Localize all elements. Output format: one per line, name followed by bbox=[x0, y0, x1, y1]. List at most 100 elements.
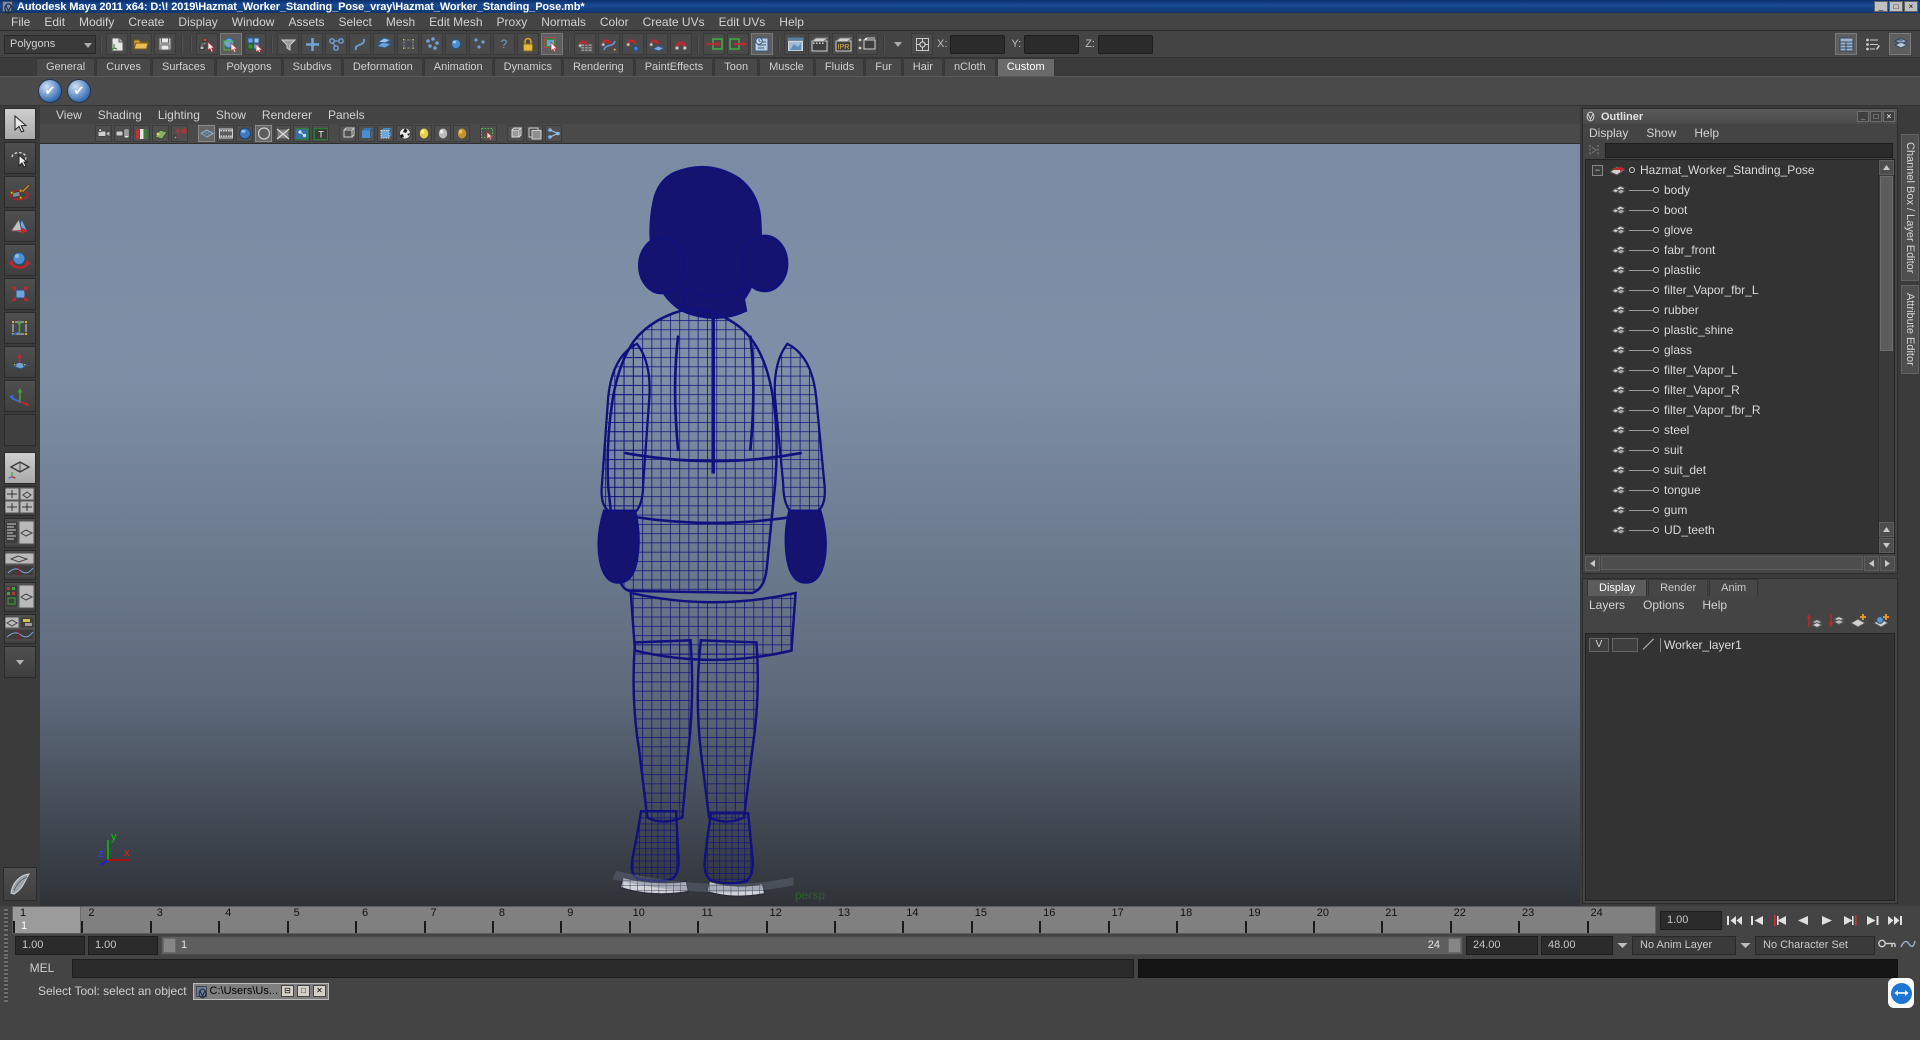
menu-edit-mesh[interactable]: Edit Mesh bbox=[422, 13, 489, 31]
taskbar-close-button[interactable]: ✕ bbox=[313, 985, 326, 997]
outliner-item-filter_vapor_r[interactable]: filter_Vapor_R bbox=[1586, 380, 1878, 400]
shelf-tab-fur[interactable]: Fur bbox=[865, 58, 902, 76]
menu-modify[interactable]: Modify bbox=[72, 13, 121, 31]
surface-icon[interactable] bbox=[373, 33, 395, 55]
misc-icon[interactable] bbox=[469, 33, 491, 55]
outliner-item-suit[interactable]: suit bbox=[1586, 440, 1878, 460]
outliner-item-glass[interactable]: glass bbox=[1586, 340, 1878, 360]
menu-window[interactable]: Window bbox=[225, 13, 282, 31]
outliner-item-filter_vapor_fbr_r[interactable]: filter_Vapor_fbr_R bbox=[1586, 400, 1878, 420]
window-controls[interactable]: _ □ × bbox=[1874, 1, 1918, 12]
layer-menu-help[interactable]: Help bbox=[1702, 598, 1727, 612]
toolbar-divider[interactable] bbox=[186, 33, 195, 55]
select-object-icon[interactable] bbox=[220, 33, 242, 55]
layer-color-swatch[interactable] bbox=[1641, 638, 1657, 652]
taskbar-restore-button[interactable]: ⊟ bbox=[281, 985, 294, 997]
snap-grid-icon[interactable] bbox=[574, 33, 596, 55]
taskbar-maximize-button[interactable]: □ bbox=[297, 985, 310, 997]
command-line-grip[interactable] bbox=[0, 957, 12, 979]
outliner-window-controls[interactable]: _ □ × bbox=[1857, 111, 1895, 122]
hazmat-worker-model[interactable] bbox=[40, 144, 1580, 906]
output-connections-icon[interactable] bbox=[727, 33, 749, 55]
range-right-handle[interactable] bbox=[1448, 938, 1461, 953]
select-camera-icon[interactable] bbox=[95, 125, 112, 142]
character-set-field[interactable]: No Character Set bbox=[1755, 936, 1875, 955]
toolbar-divider[interactable] bbox=[267, 33, 276, 55]
bookmarks-icon[interactable] bbox=[133, 125, 150, 142]
paint-select-tool[interactable] bbox=[4, 176, 36, 208]
outliner-minimize-button[interactable]: _ bbox=[1857, 111, 1869, 122]
use-default-light-icon[interactable] bbox=[415, 125, 432, 142]
layer-display-type-toggle[interactable] bbox=[1612, 638, 1638, 652]
layer-visibility-toggle[interactable]: V bbox=[1589, 638, 1609, 652]
layer-row[interactable]: V Worker_layer1 bbox=[1589, 637, 1891, 653]
viewport-menu-renderer[interactable]: Renderer bbox=[254, 108, 320, 122]
layer-name[interactable]: Worker_layer1 bbox=[1664, 638, 1742, 652]
shelf-tab-deformation[interactable]: Deformation bbox=[343, 58, 423, 76]
scroll-page-up-icon[interactable] bbox=[1879, 522, 1894, 537]
select-component-icon[interactable] bbox=[244, 33, 266, 55]
render-current-frame-icon[interactable] bbox=[808, 33, 830, 55]
smooth-shade-all-icon[interactable] bbox=[358, 125, 375, 142]
chevron-down-icon[interactable] bbox=[1616, 936, 1629, 955]
hardware-texturing-icon[interactable] bbox=[396, 125, 413, 142]
outliner-vertical-scrollbar[interactable] bbox=[1878, 160, 1894, 553]
toolbar-divider[interactable] bbox=[564, 33, 573, 55]
outliner-menu-help[interactable]: Help bbox=[1694, 126, 1728, 140]
snap-selection-icon[interactable] bbox=[541, 33, 563, 55]
lock-icon[interactable] bbox=[517, 33, 539, 55]
play-forwards-icon[interactable] bbox=[1816, 910, 1837, 930]
close-button[interactable]: × bbox=[1904, 1, 1918, 12]
layer-menu-options[interactable]: Options bbox=[1643, 598, 1684, 612]
points-icon[interactable] bbox=[325, 33, 347, 55]
time-slider-grip[interactable] bbox=[0, 906, 12, 934]
status-bar-grip[interactable] bbox=[0, 980, 12, 1002]
more-layouts-dropdown[interactable] bbox=[4, 646, 36, 678]
new-layer-from-selected-icon[interactable] bbox=[1873, 613, 1891, 631]
tool-settings-icon[interactable] bbox=[1862, 33, 1884, 55]
rotate-tool[interactable] bbox=[4, 244, 36, 276]
vertical-tab-attribute-editor[interactable]: Attribute Editor bbox=[1901, 285, 1919, 374]
shelf-tab-surfaces[interactable]: Surfaces bbox=[152, 58, 215, 76]
camera-attributes-icon[interactable] bbox=[114, 125, 131, 142]
universal-manipulator-tool[interactable] bbox=[4, 312, 36, 344]
outliner-root-row[interactable]: −Hazmat_Worker_Standing_Pose bbox=[1586, 160, 1878, 180]
outliner-search-input[interactable] bbox=[1605, 143, 1893, 158]
use-all-lights-icon[interactable] bbox=[434, 125, 451, 142]
layer-editor-tab-display[interactable]: Display bbox=[1587, 579, 1647, 596]
coord-y-field[interactable] bbox=[1024, 35, 1079, 54]
layer-menu-layers[interactable]: Layers bbox=[1589, 598, 1625, 612]
four-view-layout[interactable] bbox=[4, 486, 36, 516]
image-plane-icon[interactable] bbox=[152, 125, 169, 142]
select-by-filter-icon[interactable] bbox=[277, 33, 299, 55]
outliner-item-fabr_front[interactable]: fabr_front bbox=[1586, 240, 1878, 260]
scroll-left-step-icon[interactable] bbox=[1864, 556, 1879, 571]
resolution-gate-icon[interactable] bbox=[236, 125, 253, 142]
shelf-tab-custom[interactable]: Custom bbox=[997, 58, 1055, 76]
perspective-viewport[interactable]: persp y x z bbox=[40, 144, 1580, 906]
expand-collapse-icon[interactable]: − bbox=[1592, 165, 1603, 176]
move-layer-up-icon[interactable] bbox=[1806, 613, 1823, 631]
shelf-tab-painteffects[interactable]: PaintEffects bbox=[635, 58, 714, 76]
single-perspective-layout[interactable] bbox=[4, 452, 36, 484]
menu-assets[interactable]: Assets bbox=[281, 13, 331, 31]
outliner-item-plastiic[interactable]: plastiic bbox=[1586, 260, 1878, 280]
outliner-menu-show[interactable]: Show bbox=[1646, 126, 1685, 140]
xray-icon[interactable] bbox=[274, 125, 291, 142]
toolbar-divider[interactable] bbox=[693, 33, 702, 55]
menu-edit-uvs[interactable]: Edit UVs bbox=[712, 13, 773, 31]
time-slider-track[interactable]: 1123456789101112131415161718192021222324 bbox=[12, 906, 1656, 934]
command-output[interactable] bbox=[1138, 959, 1898, 978]
construction-history-icon[interactable] bbox=[751, 33, 773, 55]
lattice-icon[interactable] bbox=[397, 33, 419, 55]
shelf-tab-hair[interactable]: Hair bbox=[903, 58, 943, 76]
menu-help[interactable]: Help bbox=[772, 13, 811, 31]
menu-create[interactable]: Create bbox=[121, 13, 171, 31]
taskbar-window-button[interactable]: C:\Users\Us... ⊟ □ ✕ bbox=[193, 983, 329, 1000]
toolbar-divider[interactable] bbox=[96, 33, 105, 55]
current-frame-field[interactable]: 1.00 bbox=[1660, 911, 1722, 930]
last-tool-used[interactable] bbox=[4, 380, 36, 412]
film-gate-icon[interactable] bbox=[217, 125, 234, 142]
shelf-tab-general[interactable]: General bbox=[36, 58, 95, 76]
persp-graph-layout[interactable] bbox=[4, 550, 36, 580]
